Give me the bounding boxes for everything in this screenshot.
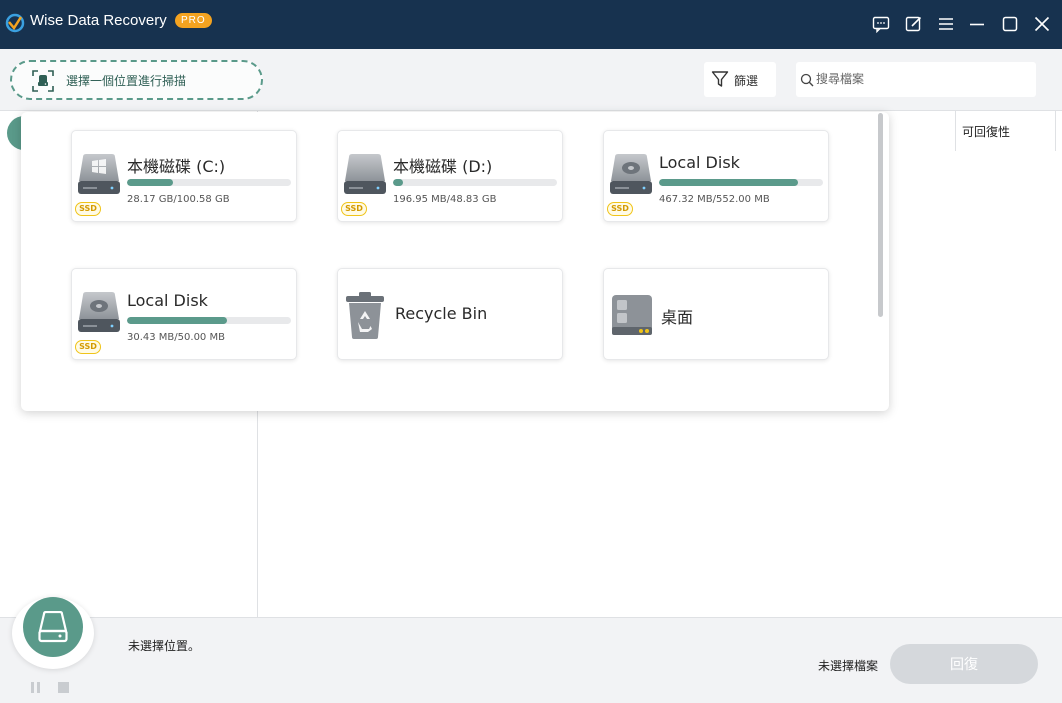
drive-card-d[interactable]: SSD 本機磁碟 (D:) 196.95 MB/48.83 GB	[337, 130, 563, 222]
drive-name: 桌面	[661, 308, 694, 327]
filter-button[interactable]: 篩選	[704, 62, 776, 97]
menu-icon[interactable]	[937, 15, 955, 33]
drive-usage-bar	[127, 317, 291, 324]
ssd-badge: SSD	[341, 202, 367, 216]
ssd-badge: SSD	[75, 202, 101, 216]
filter-icon	[711, 70, 729, 88]
edit-icon[interactable]	[905, 15, 923, 33]
recycle-bin-icon	[343, 291, 387, 341]
ssd-badge: SSD	[75, 340, 101, 354]
column-header-label: 可回復性	[962, 125, 1011, 139]
ssd-badge: SSD	[607, 202, 633, 216]
search-input[interactable]	[816, 69, 1026, 89]
drive-size: 28.17 GB/100.58 GB	[127, 194, 230, 205]
search-icon	[800, 72, 814, 87]
scan-location-icon	[32, 70, 54, 92]
drive-card-local-disk-1[interactable]: SSD Local Disk 467.32 MB/552.00 MB	[603, 130, 829, 222]
minimize-icon[interactable]	[968, 15, 986, 33]
drive-name: 本機磁碟 (C:)	[127, 157, 226, 176]
filter-label: 篩選	[734, 74, 759, 88]
search-box[interactable]	[796, 62, 1036, 97]
popup-scrollbar[interactable]	[878, 113, 883, 317]
scan-button[interactable]	[23, 597, 83, 657]
drive-name: Recycle Bin	[395, 304, 488, 323]
drive-card-c[interactable]: SSD 本機磁碟 (C:) 28.17 GB/100.58 GB	[71, 130, 297, 222]
drive-card-local-disk-2[interactable]: SSD Local Disk 30.43 MB/50.00 MB	[71, 268, 297, 360]
drive-name: Local Disk	[127, 291, 208, 310]
drive-name: 本機磁碟 (D:)	[393, 157, 493, 176]
drive-selection-popup: SSD 本機磁碟 (C:) 28.17 GB/100.58 GB SSD 本機磁…	[21, 112, 889, 411]
pro-badge: PRO	[175, 13, 212, 28]
drive-scan-icon	[38, 611, 68, 643]
drive-size: 30.43 MB/50.00 MB	[127, 332, 225, 343]
drive-usage-bar	[127, 179, 291, 186]
recover-button[interactable]: 回復	[890, 644, 1038, 684]
toolbar: 選擇一個位置進行掃描 篩選	[0, 49, 1062, 111]
pause-icon[interactable]	[30, 678, 42, 693]
drive-usage-bar	[659, 179, 823, 186]
hard-drive-icon	[77, 291, 121, 341]
drive-size: 196.95 MB/48.83 GB	[393, 194, 497, 205]
select-location-label: 選擇一個位置進行掃描	[66, 74, 187, 88]
drive-card-recycle-bin[interactable]: Recycle Bin	[337, 268, 563, 360]
windows-drive-icon	[77, 153, 121, 203]
app-logo-icon	[4, 11, 26, 33]
select-location-button[interactable]: 選擇一個位置進行掃描	[10, 60, 263, 100]
hard-drive-icon	[343, 153, 387, 203]
desktop-folder-icon	[609, 293, 653, 343]
drive-name: Local Disk	[659, 153, 740, 172]
drive-size: 467.32 MB/552.00 MB	[659, 194, 770, 205]
drive-card-desktop[interactable]: 桌面	[603, 268, 829, 360]
stop-icon[interactable]	[58, 678, 69, 693]
close-icon[interactable]	[1033, 15, 1051, 33]
feedback-icon[interactable]	[872, 15, 890, 33]
column-header-recoverability[interactable]: 可回復性	[955, 111, 1056, 151]
hard-drive-icon	[609, 153, 653, 203]
maximize-icon[interactable]	[1001, 15, 1019, 33]
selected-files-text: 未選擇檔案	[818, 659, 879, 673]
title-bar: Wise Data Recovery PRO	[0, 0, 1062, 49]
drive-usage-bar	[393, 179, 557, 186]
app-title: Wise Data Recovery	[30, 12, 167, 29]
status-text: 未選擇位置。	[128, 639, 201, 653]
